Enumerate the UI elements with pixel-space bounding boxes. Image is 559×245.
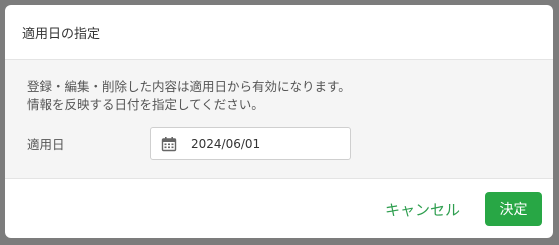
- dialog-description: 登録・編集・削除した内容は適用日から有効になります。 情報を反映する日付を指定し…: [27, 78, 351, 114]
- apply-date-dialog: 適用日の指定 登録・編集・削除した内容は適用日から有効になります。 情報を反映す…: [5, 5, 553, 238]
- apply-date-label: 適用日: [27, 137, 65, 152]
- apply-date-value[interactable]: 2024/06/01: [191, 137, 260, 151]
- dialog-body: 登録・編集・削除した内容は適用日から有効になります。 情報を反映する日付を指定し…: [5, 60, 553, 179]
- apply-date-field[interactable]: 2024/06/01: [150, 127, 351, 160]
- description-line-1: 登録・編集・削除した内容は適用日から有効になります。: [27, 79, 351, 94]
- dialog-title: 適用日の指定: [22, 26, 101, 42]
- calendar-icon[interactable]: [161, 136, 177, 152]
- dialog-header: 適用日の指定: [5, 5, 553, 60]
- dialog-footer: キャンセル 決定: [5, 179, 553, 238]
- confirm-button[interactable]: 決定: [485, 192, 542, 226]
- cancel-button[interactable]: キャンセル: [375, 192, 470, 226]
- description-line-2: 情報を反映する日付を指定してください。: [27, 97, 264, 112]
